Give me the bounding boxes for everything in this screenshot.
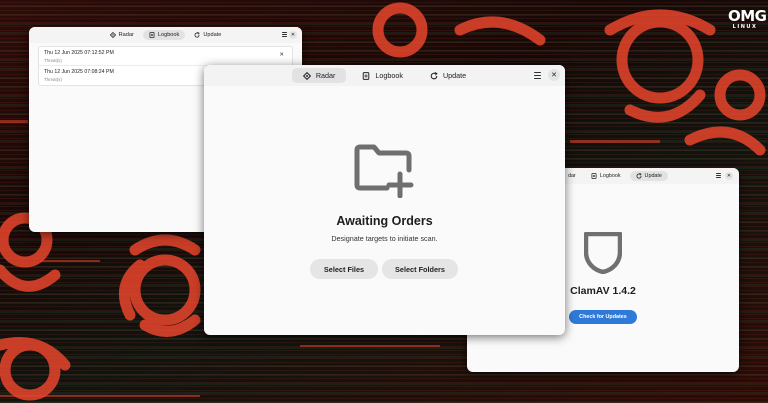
menu-icon[interactable] [282,32,287,37]
check-for-updates-button[interactable]: Check for Updates [569,310,637,324]
log-date: Thu 12 Jun 2025 07:12:52 PM [44,50,114,56]
status-title: Awaiting Orders [336,214,433,228]
logo-sub-text: LINUX [732,24,758,30]
close-button[interactable]: ✕ [725,172,733,180]
tab-label: Logbook [157,32,180,38]
close-button[interactable]: ✕ [548,69,560,81]
tab-label: Update [203,32,222,38]
delete-entry-icon[interactable]: ✕ [279,52,284,58]
tab-label: Update [442,71,467,80]
refresh-icon [194,32,201,38]
log-status: Threat(s) [44,58,62,63]
tab-label: Logbook [599,173,621,179]
logbook-window-header: Radar Logbook Update ✕ [29,27,302,43]
update-window-tabs: dar Logbook Update [562,171,668,181]
refresh-icon [636,173,642,179]
select-files-button[interactable]: Select Files [310,259,378,279]
logbook-icon [591,173,597,179]
tab-label: dar [568,173,576,179]
tab-logbook[interactable]: Logbook [351,68,414,83]
logbook-icon [363,71,370,80]
omg-linux-logo: OMG LINUX [728,7,767,30]
close-button[interactable]: ✕ [289,31,297,39]
radar-window: Radar Logbook Update ✕ Awaiting Orders D… [204,65,565,335]
logbook-window-tabs: Radar Logbook Update [104,30,228,40]
tab-update[interactable]: Update [419,68,477,83]
close-icon: ✕ [290,32,296,38]
tab-label: Logbook [375,71,403,80]
close-icon: ✕ [726,173,732,179]
tab-label: Update [644,173,662,179]
select-folders-button[interactable]: Select Folders [382,259,458,279]
tab-radar[interactable]: Radar [104,30,140,40]
tab-radar[interactable]: Radar [291,68,347,83]
menu-icon[interactable] [534,72,541,79]
tab-update[interactable]: Update [629,171,668,181]
status-subtitle: Designate targets to initiate scan. [331,234,438,243]
radar-window-tabs: Radar Logbook Update [291,68,477,83]
radar-window-header: Radar Logbook Update ✕ [204,65,565,86]
logbook-icon [149,32,155,38]
radar-icon [302,71,311,80]
tab-label: Radar [118,32,134,38]
tab-label: Radar [315,71,336,80]
close-icon: ✕ [551,72,557,79]
tab-logbook[interactable]: Logbook [585,171,627,181]
folder-add-icon [354,144,414,198]
refresh-icon [430,71,438,79]
tab-update[interactable]: Update [188,30,227,40]
tab-logbook[interactable]: Logbook [142,30,186,40]
logo-main-text: OMG [728,7,767,25]
tab-radar[interactable]: dar [562,171,582,181]
menu-icon[interactable] [716,173,721,178]
log-entry[interactable]: Thu 12 Jun 2025 07:12:52 PM Threat(s) ✕ [39,47,292,66]
radar-icon [109,32,116,38]
shield-icon [584,232,622,274]
